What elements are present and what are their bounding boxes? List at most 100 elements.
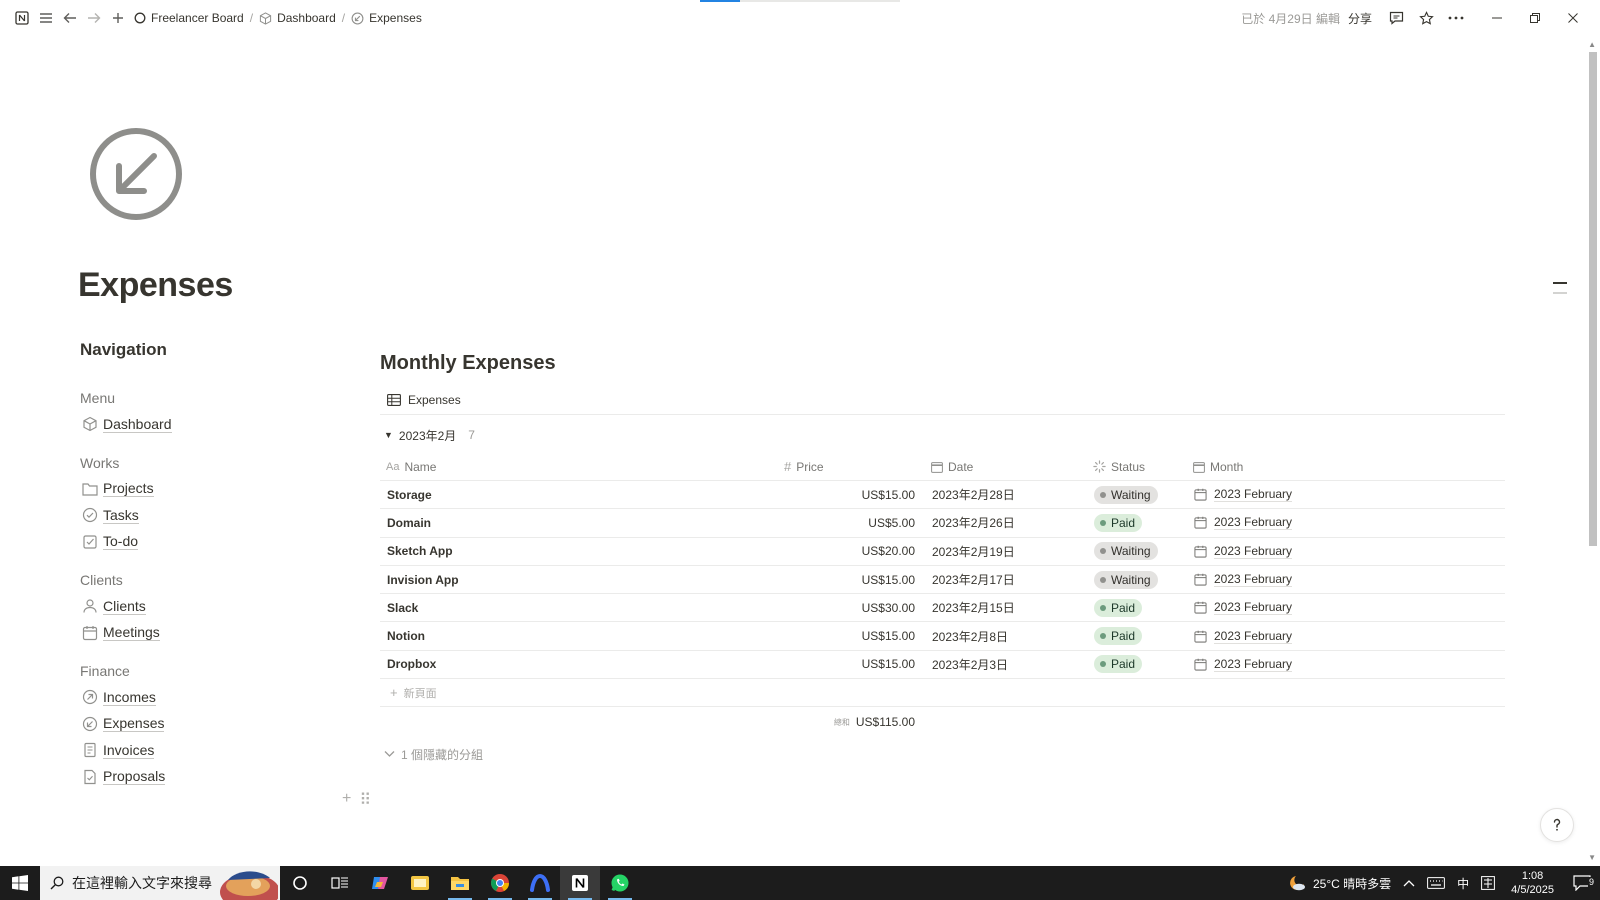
taskbar-clock[interactable]: 1:08 4/5/2025: [1501, 869, 1564, 897]
hidden-groups-toggle[interactable]: 1 個隱藏的分組: [380, 739, 1505, 769]
share-button[interactable]: 分享: [1348, 10, 1372, 27]
cell-name[interactable]: Domain: [380, 509, 778, 536]
nav-link-to-do[interactable]: To-do: [80, 529, 340, 556]
nav-link-incomes[interactable]: Incomes: [80, 684, 340, 711]
taskbar-search-box[interactable]: 在這裡輸入文字來搜尋: [40, 866, 280, 900]
cell-month[interactable]: 2023 February: [1187, 481, 1505, 508]
minimize-window-icon[interactable]: [1478, 0, 1516, 36]
nav-link-meetings[interactable]: Meetings: [80, 620, 340, 647]
column-header-price[interactable]: # Price: [778, 453, 925, 480]
cell-price[interactable]: US$15.00: [778, 651, 925, 678]
cell-name[interactable]: Sketch App: [380, 538, 778, 565]
copilot-app-icon[interactable]: [360, 866, 400, 900]
cell-date[interactable]: 2023年2月15日: [925, 594, 1087, 621]
column-header-name[interactable]: Aa Name: [380, 453, 778, 480]
cell-name[interactable]: Notion: [380, 622, 778, 649]
cell-price[interactable]: US$5.00: [778, 509, 925, 536]
cell-month[interactable]: 2023 February: [1187, 622, 1505, 649]
new-page-row-button[interactable]: + 新頁面: [380, 679, 1505, 708]
cell-date[interactable]: 2023年2月26日: [925, 509, 1087, 536]
cell-month[interactable]: 2023 February: [1187, 594, 1505, 621]
more-options-icon[interactable]: [1444, 6, 1468, 30]
notification-center-icon[interactable]: 9: [1564, 875, 1600, 891]
add-block-plus-icon[interactable]: +: [342, 790, 351, 810]
nav-link-projects[interactable]: Projects: [80, 476, 340, 503]
scroll-down-arrow-icon[interactable]: ▼: [1588, 853, 1596, 862]
cell-name[interactable]: Storage: [380, 481, 778, 508]
scroll-up-arrow-icon[interactable]: ▲: [1588, 40, 1596, 49]
file-explorer-icon[interactable]: [440, 866, 480, 900]
group-header[interactable]: ▼ 2023年2月 7: [380, 417, 1505, 453]
table-row[interactable]: Notion US$15.00 2023年2月8日 Paid 2023 Febr…: [380, 622, 1505, 651]
nav-link-dashboard[interactable]: Dashboard: [80, 411, 340, 438]
help-button[interactable]: [1540, 808, 1574, 842]
show-hidden-icons-chevron-icon[interactable]: [1397, 879, 1421, 887]
comments-icon[interactable]: [1384, 6, 1408, 30]
weather-widget[interactable]: 25°C 晴時多雲: [1281, 874, 1397, 892]
back-arrow-icon[interactable]: [58, 6, 82, 30]
cell-month[interactable]: 2023 February: [1187, 538, 1505, 565]
breadcrumb-freelancer-board[interactable]: Freelancer Board: [130, 11, 248, 25]
view-tab-expenses[interactable]: Expenses: [380, 385, 1505, 415]
table-row[interactable]: Storage US$15.00 2023年2月28日 Waiting 2023…: [380, 481, 1505, 510]
sticky-folder-app-icon[interactable]: [400, 866, 440, 900]
cell-status[interactable]: Waiting: [1087, 566, 1187, 593]
price-sum-cell[interactable]: 總和 US$115.00: [380, 715, 925, 729]
cell-status[interactable]: Waiting: [1087, 538, 1187, 565]
cell-month[interactable]: 2023 February: [1187, 566, 1505, 593]
table-row[interactable]: Invision App US$15.00 2023年2月17日 Waiting…: [380, 566, 1505, 595]
scrollbar-thumb[interactable]: [1589, 52, 1597, 546]
cell-price[interactable]: US$15.00: [778, 481, 925, 508]
page-icon-arrow-down-left-circle[interactable]: [88, 126, 184, 227]
cell-date[interactable]: 2023年2月19日: [925, 538, 1087, 565]
arc-browser-icon[interactable]: [520, 866, 560, 900]
close-window-icon[interactable]: [1554, 0, 1592, 36]
cell-price[interactable]: US$15.00: [778, 566, 925, 593]
cell-name[interactable]: Dropbox: [380, 651, 778, 678]
sidebar-menu-icon[interactable]: [34, 6, 58, 30]
task-view-icon[interactable]: [320, 866, 360, 900]
cell-price[interactable]: US$15.00: [778, 622, 925, 649]
cell-status[interactable]: Waiting: [1087, 481, 1187, 508]
column-header-status[interactable]: Status: [1087, 453, 1187, 480]
input-method-icon[interactable]: [1475, 876, 1501, 890]
cell-date[interactable]: 2023年2月8日: [925, 622, 1087, 649]
cell-month[interactable]: 2023 February: [1187, 651, 1505, 678]
column-header-month[interactable]: Month: [1187, 453, 1505, 480]
nav-link-proposals[interactable]: Proposals: [80, 764, 340, 791]
breadcrumb-expenses[interactable]: Expenses: [347, 11, 426, 25]
cell-date[interactable]: 2023年2月3日: [925, 651, 1087, 678]
forward-arrow-icon[interactable]: [82, 6, 106, 30]
cell-month[interactable]: 2023 February: [1187, 509, 1505, 536]
chrome-browser-icon[interactable]: [480, 866, 520, 900]
whatsapp-app-icon[interactable]: [600, 866, 640, 900]
breadcrumb-dashboard[interactable]: Dashboard: [255, 11, 340, 25]
new-page-plus-icon[interactable]: [106, 6, 130, 30]
restore-window-icon[interactable]: [1516, 0, 1554, 36]
table-row[interactable]: Domain US$5.00 2023年2月26日 Paid 2023 Febr…: [380, 509, 1505, 538]
cell-name[interactable]: Invision App: [380, 566, 778, 593]
drag-handle-icon[interactable]: ⠿: [359, 790, 371, 810]
table-row[interactable]: Sketch App US$20.00 2023年2月19日 Waiting 2…: [380, 538, 1505, 566]
cell-status[interactable]: Paid: [1087, 509, 1187, 536]
favorite-star-icon[interactable]: [1414, 6, 1438, 30]
cell-status[interactable]: Paid: [1087, 594, 1187, 621]
cell-status[interactable]: Paid: [1087, 622, 1187, 649]
cell-date[interactable]: 2023年2月28日: [925, 481, 1087, 508]
keyboard-icon[interactable]: [1421, 877, 1451, 889]
nav-link-expenses[interactable]: Expenses: [80, 711, 340, 738]
database-title[interactable]: Monthly Expenses: [380, 352, 1505, 375]
notion-logo-icon[interactable]: [10, 6, 34, 30]
nav-link-clients[interactable]: Clients: [80, 593, 340, 620]
nav-link-tasks[interactable]: Tasks: [80, 502, 340, 529]
column-header-date[interactable]: Date: [925, 453, 1087, 480]
ime-mode-indicator[interactable]: 中: [1451, 875, 1475, 892]
cell-date[interactable]: 2023年2月17日: [925, 566, 1087, 593]
cell-name[interactable]: Slack: [380, 594, 778, 621]
collapse-triangle-icon[interactable]: ▼: [384, 430, 393, 440]
nav-link-invoices[interactable]: Invoices: [80, 737, 340, 764]
cell-price[interactable]: US$30.00: [778, 594, 925, 621]
cell-price[interactable]: US$20.00: [778, 538, 925, 565]
notion-app-icon[interactable]: [560, 866, 600, 900]
table-of-contents-indicator[interactable]: [1553, 282, 1567, 302]
